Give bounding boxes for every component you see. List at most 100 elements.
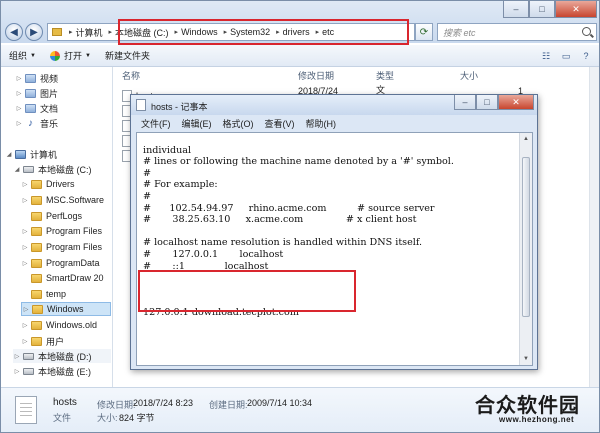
nav-label: Program Files <box>46 242 103 252</box>
music-library-icon: ♪ <box>25 118 36 128</box>
expand-icon: ▷ <box>22 260 28 267</box>
folder-icon <box>31 258 42 268</box>
expand-icon: ▷ <box>16 120 22 127</box>
back-button[interactable]: ◀ <box>5 23 23 41</box>
nav-documents[interactable]: ▷ 文档 <box>15 101 58 115</box>
chevron-down-icon: ▼ <box>30 52 36 59</box>
folder-icon <box>31 273 42 283</box>
nav-drive-e[interactable]: ▷ 本地磁盘 (E:) <box>13 364 91 378</box>
nav-label: Drivers <box>46 179 75 189</box>
nav-label: Windows.old <box>46 320 98 330</box>
new-folder-button[interactable]: 新建文件夹 <box>105 49 150 62</box>
notepad-menubar: 文件(F) 编辑(E) 格式(O) 查看(V) 帮助(H) <box>135 116 533 131</box>
nav-label: 本地磁盘 (E:) <box>38 366 91 377</box>
nav-videos[interactable]: ▷ 视频 <box>15 71 58 85</box>
view-options-icon[interactable]: ☷ <box>539 49 553 63</box>
nav-folder-windows[interactable]: ▷ Windows <box>21 302 111 316</box>
menu-format[interactable]: 格式(O) <box>223 117 254 130</box>
maximize-button[interactable]: □ <box>529 1 555 18</box>
nav-folder-smartdraw[interactable]: SmartDraw 20 <box>21 271 104 285</box>
notepad-minimize-button[interactable]: – <box>454 95 476 110</box>
nav-folder-msc[interactable]: ▷ MSC.Software <box>21 193 104 207</box>
notepad-close-button[interactable]: ✕ <box>498 95 534 110</box>
file-list-scrollbar[interactable] <box>589 67 599 387</box>
nav-folder-program-files-x86[interactable]: ▷ Program Files <box>21 240 102 254</box>
nav-label: SmartDraw 20 <box>46 273 104 283</box>
chevron-down-icon: ▼ <box>84 52 91 59</box>
nav-folder-program-files[interactable]: ▷ Program Files <box>21 224 102 238</box>
entry-highlight-box <box>138 270 356 312</box>
notepad-vertical-scrollbar[interactable]: ▲ ▼ <box>519 133 532 365</box>
nav-drive-d[interactable]: ▷ 本地磁盘 (D:) <box>13 349 111 363</box>
expand-icon: ▷ <box>22 338 28 345</box>
refresh-button[interactable]: ⟳ <box>415 23 433 41</box>
nav-folder-drivers[interactable]: ▷ Drivers <box>21 177 75 191</box>
expand-icon: ▷ <box>23 306 29 313</box>
refresh-icon: ⟳ <box>419 26 429 38</box>
scroll-down-icon[interactable]: ▼ <box>520 353 532 365</box>
folder-icon <box>31 179 42 189</box>
details-size-label: 大小: <box>97 413 118 423</box>
column-type[interactable]: 类型 <box>376 69 394 83</box>
nav-label: 本地磁盘 (D:) <box>38 351 92 362</box>
details-created-value: 2009/7/14 10:34 <box>247 398 313 408</box>
nav-folder-temp[interactable]: temp <box>21 287 66 301</box>
open-with-icon <box>49 50 60 61</box>
folder-icon <box>31 226 42 236</box>
notepad-maximize-button[interactable]: □ <box>476 95 498 110</box>
notepad-text-area[interactable]: individual # lines or following the machi… <box>136 132 533 366</box>
forward-button[interactable]: ▶ <box>25 23 43 41</box>
text-line: # <box>143 167 152 179</box>
nav-computer[interactable]: ◢ 计算机 <box>5 147 57 161</box>
search-input[interactable]: 搜索 etc <box>437 23 597 41</box>
preview-pane-icon[interactable]: ▭ <box>559 49 573 63</box>
details-name: hosts <box>53 397 77 408</box>
scroll-up-icon[interactable]: ▲ <box>520 133 532 145</box>
menu-view[interactable]: 查看(V) <box>265 117 295 130</box>
expand-icon: ▷ <box>22 181 28 188</box>
organize-button[interactable]: 组织 ▼ <box>9 49 36 62</box>
nav-folder-windows-old[interactable]: ▷ Windows.old <box>21 318 97 332</box>
menu-edit[interactable]: 编辑(E) <box>182 117 212 130</box>
notepad-titlebar[interactable]: hosts - 记事本 – □ ✕ <box>131 95 537 115</box>
folder-icon <box>31 320 42 330</box>
expand-icon: ▷ <box>16 75 22 82</box>
menu-help[interactable]: 帮助(H) <box>306 117 337 130</box>
close-button[interactable]: ✕ <box>555 1 597 18</box>
nav-label: 用户 <box>46 336 65 347</box>
open-button[interactable]: 打开 ▼ <box>49 49 91 62</box>
folder-icon <box>31 242 42 252</box>
nav-label: 音乐 <box>40 118 59 129</box>
nav-label: 文档 <box>40 103 59 114</box>
nav-folder-programdata[interactable]: ▷ ProgramData <box>21 256 100 270</box>
new-folder-label: 新建文件夹 <box>104 51 150 61</box>
column-name[interactable]: 名称 <box>122 69 140 83</box>
nav-label: Windows <box>47 304 84 314</box>
help-icon[interactable]: ? <box>579 49 593 63</box>
nav-label: ProgramData <box>46 258 100 268</box>
nav-music[interactable]: ▷ ♪ 音乐 <box>15 116 58 130</box>
search-placeholder: 搜索 etc <box>443 27 476 38</box>
navigation-pane: ▷ 视频 ▷ 图片 ▷ 文档 ▷ ♪ 音乐 ◢ 计算机 ◢ 本地磁盘 (C:) ▷ Driver… <box>1 67 113 387</box>
nav-folder-users[interactable]: ▷ 用户 <box>21 334 64 348</box>
column-size[interactable]: 大小 <box>460 69 478 83</box>
back-arrow-icon: ◀ <box>10 26 18 38</box>
expand-icon: ▷ <box>22 197 28 204</box>
collapse-icon: ◢ <box>14 166 20 173</box>
details-size-value: 824 字节 <box>119 413 155 423</box>
search-icon[interactable] <box>582 27 591 36</box>
nav-pictures[interactable]: ▷ 图片 <box>15 86 58 100</box>
notepad-icon <box>136 99 146 111</box>
address-highlight-box <box>118 19 409 45</box>
expand-icon: ▷ <box>22 228 28 235</box>
nav-drive-c[interactable]: ◢ 本地磁盘 (C:) <box>13 162 92 176</box>
scroll-thumb[interactable] <box>522 157 530 317</box>
notepad-title: hosts - 记事本 <box>151 102 208 112</box>
column-modified[interactable]: 修改日期 <box>298 69 334 83</box>
menu-file[interactable]: 文件(F) <box>141 117 171 130</box>
minimize-button[interactable]: – <box>503 1 529 18</box>
nav-label: Program Files <box>46 226 103 236</box>
expand-icon: ▷ <box>22 244 28 251</box>
nav-folder-perflogs[interactable]: PerfLogs <box>21 209 82 223</box>
crumb-computer[interactable]: 计算机 <box>76 26 103 39</box>
